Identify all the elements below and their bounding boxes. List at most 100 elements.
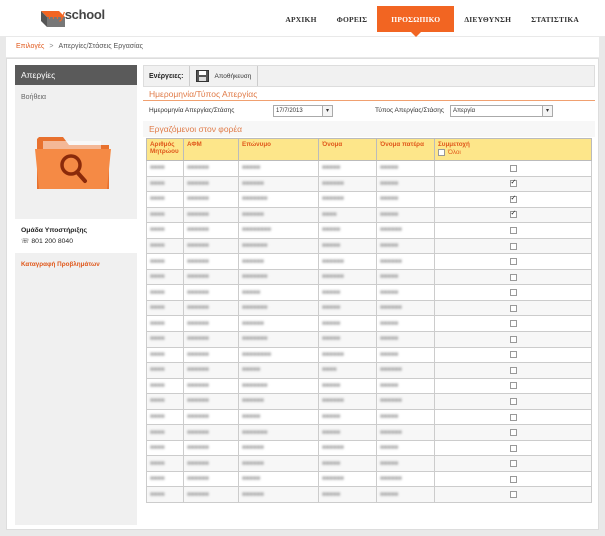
cell-tax-id: ■■■■■■ — [183, 455, 239, 472]
participation-checkbox[interactable] — [509, 397, 517, 405]
cell-tax-id: ■■■■■■ — [183, 408, 239, 426]
redacted-text: ■■■■■■ — [187, 460, 209, 467]
table-row: ■■■■■■■■■■■■■■■■■■■■■■■■■■■■ — [146, 268, 592, 286]
cell-first-name: ■■■■■ — [318, 486, 377, 504]
redacted-text: ■■■■■ — [322, 382, 341, 389]
participation-checkbox[interactable] — [509, 491, 517, 499]
cell-tax-id: ■■■■■■ — [183, 439, 239, 457]
select-all-checkbox[interactable] — [438, 149, 445, 156]
cell-registry-number: ■■■■ — [146, 299, 184, 317]
save-button-label: Αποθήκευση — [214, 72, 252, 80]
redacted-text: ■■■■ — [150, 351, 165, 358]
participation-checkbox[interactable] — [509, 226, 517, 234]
redacted-text: ■■■■■ — [242, 476, 261, 483]
redacted-text: ■■■■■ — [242, 289, 261, 296]
cell-participation — [434, 299, 592, 317]
redacted-text: ■■■■■ — [380, 320, 399, 327]
cell-surname: ■■■■■■■ — [238, 299, 319, 317]
participation-checkbox[interactable] — [509, 209, 517, 219]
cell-first-name: ■■■■ — [318, 362, 377, 379]
participation-checkbox[interactable] — [509, 320, 517, 328]
table-row: ■■■■■■■■■■■■■■■■■■■■■■■■■■■■ — [146, 191, 592, 208]
participation-checkbox[interactable] — [509, 194, 517, 203]
redacted-text: ■■■■ — [150, 398, 165, 405]
nav-directorate[interactable]: ΔΙΕΥΘΥΝΣΗ — [454, 6, 521, 32]
participation-checkbox[interactable] — [509, 178, 517, 188]
cell-tax-id: ■■■■■■ — [183, 299, 239, 317]
participation-checkbox[interactable] — [509, 382, 517, 390]
participation-checkbox[interactable] — [509, 258, 517, 266]
help-link[interactable]: Βοήθεια — [15, 85, 137, 110]
report-problems-link[interactable]: Καταγραφή Προβλημάτων — [21, 261, 100, 268]
nav-organizations[interactable]: ΦΟΡΕΙΣ — [327, 6, 378, 32]
select-all-label: Όλοι — [448, 149, 461, 156]
nav-personnel[interactable]: ΠΡΟΣΩΠΙΚΟ — [377, 6, 455, 37]
redacted-text: ■■■■■ — [322, 305, 341, 312]
redacted-text: ■■■■■ — [380, 382, 399, 389]
cell-father-name: ■■■■■ — [376, 439, 435, 457]
cell-participation — [434, 455, 592, 472]
cell-surname: ■■■■■■ — [238, 439, 319, 457]
employees-table-body: ■■■■ ■■■■■■ ■■■■■ ■■■■■ ■■■■■ ■■■■ ■■■■■■ ■■■■■… — [146, 160, 592, 504]
cell-surname: ■■■■■■■■ — [238, 222, 319, 239]
table-row: ■■■■ ■■■■■■ ■■■■■■ ■■■■■ ■■■■■ — [146, 486, 592, 504]
chevron-down-icon[interactable]: ▾ — [542, 106, 552, 116]
cell-registry-number: ■■■■ — [146, 191, 184, 208]
cell-father-name: ■■■■■ — [376, 486, 435, 504]
redacted-text: ■■■■ — [150, 196, 165, 203]
cell-tax-id: ■■■■■■ — [183, 424, 239, 441]
cell-surname: ■■■■■■■■ — [238, 346, 319, 364]
table-row: ■■■■■■■■■■■■■■■■■■■■■■■■■ — [146, 160, 592, 177]
cell-surname: ■■■■■ — [238, 160, 319, 177]
cell-participation — [434, 222, 592, 239]
strike-type-label: Τύπος Απεργίας/Στάσης — [375, 107, 445, 114]
cell-participation — [434, 237, 592, 255]
sidebar-title: Απεργίες — [15, 65, 137, 85]
select-all-control[interactable]: Όλοι — [438, 149, 588, 156]
brand-name[interactable]: myschool — [48, 7, 105, 22]
redacted-text: ■■■■ — [150, 274, 165, 281]
participation-checkbox[interactable] — [509, 475, 517, 483]
content-container: Απεργίες Βοήθεια Ομάδα Υποστήριξης ☏ 801… — [6, 58, 599, 530]
cell-tax-id: ■■■■■■ — [183, 206, 239, 224]
nav-home[interactable]: ΑΡΧΙΚΗ — [275, 6, 326, 32]
save-button[interactable]: Αποθήκευση — [190, 66, 259, 86]
breadcrumb-root[interactable]: Επιλογές — [16, 43, 44, 50]
redacted-text: ■■■■■■■ — [242, 429, 268, 436]
strike-date-select[interactable]: 17/7/2013 ▾ — [273, 105, 333, 117]
cell-participation — [434, 284, 592, 301]
cell-father-name: ■■■■■ — [376, 206, 435, 224]
cell-first-name: ■■■■■■ — [318, 253, 377, 270]
redacted-text: ■■■■ — [150, 460, 165, 467]
participation-checkbox[interactable] — [509, 366, 517, 374]
participation-checkbox[interactable] — [509, 429, 517, 437]
cell-surname: ■■■■■■■ — [238, 377, 319, 395]
table-row: ■■■■■■■■■■■■■■■■■■■■■■■■■■■ — [146, 470, 592, 488]
redacted-text: ■■■■ — [150, 243, 165, 249]
strike-date-label: Ημερομηνία Απεργίας/Στάσης — [149, 107, 235, 114]
participation-checkbox[interactable] — [509, 289, 517, 297]
participation-checkbox[interactable] — [509, 460, 517, 468]
redacted-text: ■■■■■ — [380, 445, 399, 452]
chevron-down-icon[interactable]: ▾ — [322, 106, 332, 116]
redacted-text: ■■■■ — [150, 180, 165, 187]
cell-father-name: ■■■■■ — [376, 346, 435, 364]
table-row: ■■■■■■■■■■■■■■■■■■■■■■■■■ — [146, 408, 592, 426]
breadcrumb: Επιλογές > Απεργίες/Στάσεις Εργασίας — [6, 37, 599, 57]
participation-checkbox[interactable] — [509, 335, 517, 343]
nav-statistics[interactable]: ΣΤΑΤΙΣΤΙΚΑ — [521, 6, 589, 32]
cell-tax-id: ■■■■■■ — [183, 377, 239, 395]
participation-checkbox[interactable] — [509, 444, 517, 452]
cell-first-name: ■■■■■ — [318, 222, 377, 239]
participation-checkbox[interactable] — [509, 273, 517, 281]
participation-checkbox[interactable] — [509, 242, 517, 250]
participation-checkbox[interactable] — [509, 164, 517, 172]
strike-type-select[interactable]: Απεργία ▾ — [450, 105, 553, 117]
participation-checkbox[interactable] — [509, 413, 517, 421]
actions-label: Ενέργειες: — [144, 66, 190, 86]
participation-checkbox[interactable] — [509, 304, 517, 312]
participation-checkbox[interactable] — [509, 351, 517, 359]
cell-registry-number: ■■■■ — [146, 253, 184, 270]
table-row: ■■■■■■■■■■■■■■■■■■■■■■■■■■■ — [146, 175, 592, 193]
cell-participation — [434, 175, 592, 193]
